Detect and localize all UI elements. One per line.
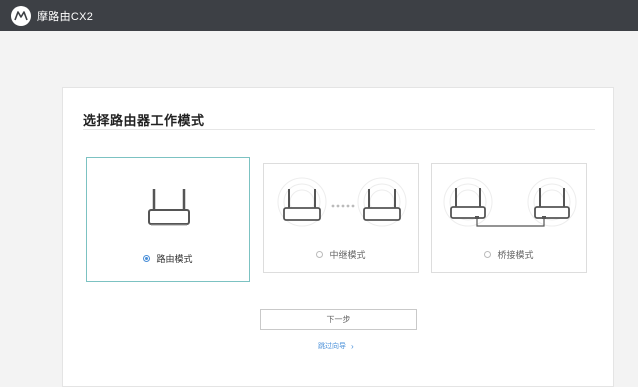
mode-label-bridge[interactable]: 桥接模式 [432, 248, 586, 261]
mode-selection-panel: 选择路由器工作模式 路由模式 中继模式 桥接模式 下一步 跳过向导 › [62, 87, 614, 387]
top-bar: 摩路由CX2 [0, 0, 638, 31]
mode-label-text: 桥接模式 [497, 250, 534, 260]
mode-label-router[interactable]: 路由模式 [87, 252, 249, 265]
mode-label-text: 路由模式 [156, 254, 193, 264]
motorola-logo-icon [11, 5, 31, 26]
bridge-icon [443, 177, 577, 227]
skip-wizard-link[interactable]: 跳过向导 › [318, 341, 354, 351]
skip-wizard-label: 跳过向导 [318, 343, 346, 350]
next-button[interactable]: 下一步 [260, 309, 417, 330]
mode-label-repeater[interactable]: 中继模式 [264, 248, 418, 261]
mode-label-text: 中继模式 [329, 250, 366, 260]
mode-card-repeater[interactable]: 中继模式 [263, 163, 419, 273]
repeater-icon [277, 177, 407, 227]
page-title: 选择路由器工作模式 [83, 113, 205, 128]
radio-router[interactable] [143, 255, 151, 262]
radio-repeater[interactable] [316, 251, 324, 258]
router-icon [148, 189, 190, 226]
mode-card-router[interactable]: 路由模式 [86, 157, 250, 282]
title-divider [83, 129, 595, 130]
app-title: 摩路由CX2 [37, 10, 94, 23]
radio-bridge[interactable] [484, 251, 492, 258]
mode-card-bridge[interactable]: 桥接模式 [431, 163, 587, 273]
chevron-right-icon: › [351, 341, 354, 351]
